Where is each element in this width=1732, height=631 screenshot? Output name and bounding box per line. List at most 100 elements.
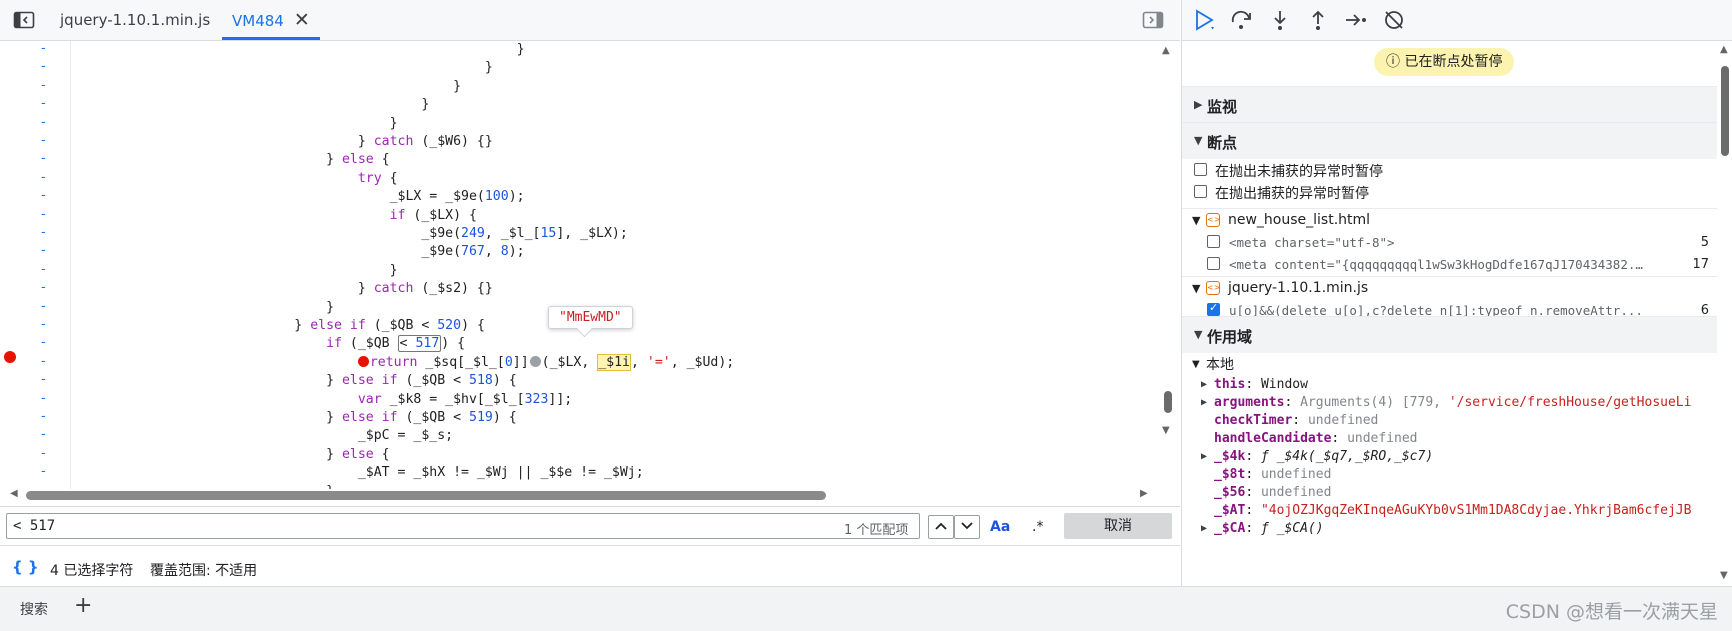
close-icon[interactable]: ✕ [294,9,310,31]
code-editor[interactable]: ------------------------- } } } [0,41,1180,489]
line-marker[interactable]: - [41,446,51,461]
line-marker[interactable]: - [41,391,51,406]
scroll-thumb[interactable] [1721,66,1729,156]
code-line: } else if (_$QB < 519) { [72,410,517,425]
gutter-divider [70,41,71,489]
editor-vertical-scrollbar[interactable]: ▲ ▼ [1160,41,1174,489]
checkbox[interactable] [1194,185,1207,198]
resume-button[interactable] [1192,9,1216,31]
drawer-tab-search[interactable]: 搜索 [20,599,48,619]
line-marker[interactable]: - [41,427,51,442]
exception-option[interactable]: 在抛出捕获的异常时暂停 [1182,182,1717,204]
line-marker[interactable]: - [41,188,51,203]
sidebar-scrollbar[interactable]: ▲ ▼ [1717,40,1732,586]
section-breakpoints[interactable]: ▼ 断点 [1182,122,1717,159]
section-watch[interactable]: ▶ 监视 [1182,86,1717,123]
exception-option[interactable]: 在抛出未捕获的异常时暂停 [1182,160,1717,182]
breakpoint-item[interactable]: <meta content="{qqqqqqqqql1wSw3kHogDdfe1… [1182,254,1717,276]
breakpoint-checkbox[interactable] [1207,301,1220,316]
expand-icon[interactable]: ▶ [1201,448,1207,466]
variable-name: _$CA [1214,521,1246,536]
tab-vm484[interactable]: VM484 ✕ [222,0,320,40]
line-marker[interactable]: - [41,262,51,277]
breakpoint-checkbox[interactable] [1207,235,1220,248]
cancel-button[interactable]: 取消 [1064,513,1172,539]
scroll-left-icon[interactable]: ◀ [10,488,18,499]
expand-icon: ▶ [1194,98,1203,111]
tab-jquery[interactable]: jquery-1.10.1.min.js [60,0,210,38]
line-marker[interactable]: - [41,151,51,166]
line-gutter[interactable]: ------------------------- [0,41,70,489]
line-marker[interactable]: - [41,299,51,314]
code-line: } else if (_$QB < 520) { [72,318,485,333]
scope-variable[interactable]: _$AT: "4ojOZJKgqZeKInqeAGuKYb0vS1Mm1DA8C… [1182,502,1722,520]
deactivate-breakpoints-button[interactable] [1382,9,1406,31]
line-marker[interactable]: - [41,59,51,74]
match-case-toggle[interactable]: Aa [990,519,1010,535]
previous-match-button[interactable] [928,515,954,539]
line-marker[interactable]: - [41,243,51,258]
scope-variable[interactable]: ▶ _$CA: ƒ _$CA() [1182,520,1722,538]
code-line: } catch (_$s2) {} [72,281,493,297]
toggle-debugger-icon[interactable] [1142,11,1164,29]
step-over-button[interactable] [1230,9,1254,31]
search-input[interactable]: < 517 [6,513,920,539]
expand-icon[interactable]: ▶ [1201,394,1207,412]
line-marker[interactable]: - [41,78,51,93]
next-match-button[interactable] [954,515,980,539]
pretty-print-icon[interactable]: { } [12,558,39,576]
line-marker[interactable]: - [41,280,51,295]
step-out-button[interactable] [1306,9,1330,31]
expand-icon[interactable]: ▶ [1201,376,1207,394]
line-marker[interactable]: - [41,133,51,148]
editor-horizontal-scrollbar[interactable]: ◀ ▶ [0,487,1160,501]
scope-variable[interactable]: _$8t: undefined [1182,466,1722,484]
scope-variable[interactable]: handleCandidate: undefined [1182,430,1722,448]
scroll-up-icon[interactable]: ▲ [1720,44,1728,55]
regex-toggle[interactable]: .* [1032,519,1043,535]
step-button[interactable] [1344,9,1368,31]
collapse-icon: ▼ [1194,134,1203,147]
scroll-thumb[interactable] [1164,391,1172,413]
status-bar: { } 4 已选择字符 覆盖范围: 不适用 [0,545,1180,586]
line-marker[interactable]: - [41,372,51,387]
breakpoint-file-header[interactable]: ▼ <> jquery-1.10.1.min.js [1182,276,1717,301]
code-line: } [72,299,335,315]
line-marker[interactable]: - [41,115,51,130]
checkbox[interactable] [1194,163,1207,176]
scope-variable[interactable]: ▶ this: Window [1182,376,1722,394]
code-line: } [72,97,430,113]
line-marker[interactable]: - [41,170,51,185]
line-marker[interactable]: - [41,335,51,350]
code-lines: } } } } }} catch (_$W6) {}} else {try… [72,41,1152,489]
line-marker[interactable]: - [41,354,51,369]
line-marker[interactable]: - [41,317,51,332]
add-tab-icon[interactable]: + [74,593,92,618]
scope-local-header[interactable]: ▼ 本地 [1182,356,1722,374]
scope-variable[interactable]: checkTimer: undefined [1182,412,1722,430]
expand-icon[interactable]: ▶ [1201,520,1207,538]
scope-variable[interactable]: ▶ _$4k: ƒ _$4k(_$q7,_$RO,_$c7) [1182,448,1722,466]
scroll-thumb[interactable] [26,491,826,500]
breakpoint-item[interactable]: <meta charset="utf-8"> 5 [1182,232,1717,254]
scope-variable[interactable]: ▶ arguments: Arguments(4) [779, '/service… [1182,394,1722,412]
variable-name: handleCandidate [1214,431,1332,446]
line-marker[interactable]: - [41,225,51,240]
line-marker[interactable]: - [41,464,51,479]
line-marker[interactable]: - [41,207,51,222]
scroll-down-icon[interactable]: ▼ [1162,425,1170,436]
line-marker[interactable]: - [41,409,51,424]
scroll-up-icon[interactable]: ▲ [1162,45,1170,56]
scope-variable[interactable]: _$56: undefined [1182,484,1722,502]
scroll-right-icon[interactable]: ▶ [1140,488,1148,499]
toggle-navigator-icon[interactable] [13,11,35,29]
breakpoint-file-header[interactable]: ▼ <> new_house_list.html [1182,208,1717,233]
scroll-down-icon[interactable]: ▼ [1720,570,1728,581]
file-icon: <> [1206,281,1220,295]
line-marker[interactable]: - [41,96,51,111]
section-scope[interactable]: ▼ 作用域 [1182,316,1717,353]
step-into-button[interactable] [1268,9,1292,31]
breakpoint-marker[interactable] [4,351,16,363]
line-marker[interactable]: - [41,41,51,56]
breakpoint-checkbox[interactable] [1207,257,1220,270]
